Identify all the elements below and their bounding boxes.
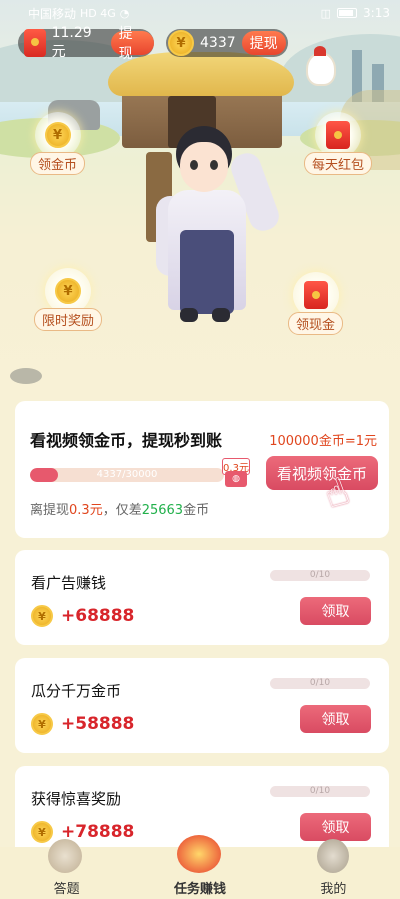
task-title: 获得惊喜奖励 [31, 790, 122, 808]
cash-balance-pill: 11.29元 提现 [18, 25, 154, 62]
coin-icon: ¥ [31, 605, 53, 627]
character-skirt [180, 230, 234, 314]
tab-task-earn-label: 任务赚钱 [173, 882, 226, 897]
quiz-bag-icon [48, 839, 82, 873]
battery-icon [337, 8, 358, 18]
cash-withdraw-button[interactable]: 提现 [110, 26, 154, 62]
tab-quiz[interactable]: 答题 [0, 839, 133, 899]
network-icon: HD 4G [80, 6, 116, 20]
character-eye [190, 160, 198, 170]
wechat-icon: ◍ [225, 471, 247, 487]
task-card: 瓜分千万金币 0/10 ¥ +58888 领取 [15, 658, 389, 753]
collect-cash-button[interactable]: 领现金 [288, 272, 344, 335]
exchange-rate: 100000金币=1元 [269, 434, 377, 449]
task-reward-amount: +58888 [61, 714, 135, 734]
cash-amount: 11.29元 [51, 25, 92, 60]
collect-cash-label: 领现金 [288, 312, 344, 335]
note-suffix: 金币 [183, 503, 210, 518]
task-reward-amount: +78888 [61, 822, 135, 842]
claim-button[interactable]: 领取 [300, 813, 371, 841]
clock: 3:13 [363, 6, 390, 20]
tab-quiz-label: 答题 [53, 882, 80, 897]
coin-balance-pill: ¥ 4337 提现 [166, 29, 288, 57]
collect-coins-label: 领金币 [30, 152, 86, 175]
character-face [180, 142, 228, 192]
vibrate-icon: ◫ [320, 6, 332, 20]
task-title: 瓜分千万金币 [31, 682, 122, 700]
task-progress: 0/10 [270, 786, 370, 797]
money-bag-icon [316, 839, 349, 873]
task-progress: 0/10 [270, 678, 370, 689]
task-reward: ¥ +58888 [31, 713, 134, 735]
task-reward: ¥ +78888 [31, 821, 134, 843]
limited-reward-button[interactable]: ¥ 限时奖励 [34, 268, 103, 331]
task-progress: 0/10 [270, 570, 370, 581]
tab-task-earn[interactable]: 任务赚钱 [133, 835, 266, 899]
status-bar: 中国移动 HD 4G ◔ ◫ 3:13 [0, 0, 400, 26]
coin-icon: ¥ [31, 821, 53, 843]
card-title: 看视频领金币，提现秒到账 [30, 431, 223, 450]
coin-icon: ¥ [168, 30, 194, 56]
wifi-icon: ◔ [119, 6, 130, 20]
tab-mine-label: 我的 [320, 882, 347, 897]
coin-progress-bar: 4337/30000 [30, 468, 224, 482]
withdraw-gap-note: 离提现0.3元，仅差25663金币 [30, 499, 209, 518]
daily-red-packet-label: 每天红包 [304, 152, 373, 175]
tab-mine[interactable]: 我的 [267, 839, 400, 899]
note-coins: 25663 [141, 503, 184, 518]
note-cash: 0.3元 [69, 503, 103, 518]
character[interactable] [146, 112, 283, 327]
coin-withdraw-button[interactable]: 提现 [241, 31, 286, 55]
character-boot [180, 308, 198, 322]
coin-progress-text: 4337/30000 [96, 469, 158, 480]
task-reward: ¥ +68888 [31, 605, 134, 627]
stone [10, 368, 42, 384]
bottom-tab-bar: 答题 任务赚钱 我的 [0, 835, 400, 899]
task-reward-amount: +68888 [61, 606, 135, 626]
character-eye [210, 160, 218, 170]
limited-reward-label: 限时奖励 [34, 308, 103, 331]
firecracker-icon [177, 835, 222, 873]
task-card: 看广告赚钱 0/10 ¥ +68888 领取 [15, 550, 389, 645]
claim-button[interactable]: 领取 [300, 705, 371, 733]
red-packet-icon [24, 29, 46, 57]
coin-amount: 4337 [200, 35, 236, 51]
daily-red-packet-button[interactable]: 每天红包 [304, 112, 373, 175]
claim-button[interactable]: 领取 [300, 597, 371, 625]
coin-icon: ¥ [55, 278, 81, 304]
carrier-label: 中国移动 [28, 6, 77, 21]
coin-icon: ¥ [31, 713, 53, 735]
task-title: 看广告赚钱 [31, 574, 107, 592]
collect-coins-button[interactable]: ¥ 领金币 [30, 112, 86, 175]
character-boot [212, 308, 230, 322]
note-prefix: 离提现 [30, 503, 70, 518]
note-middle: ，仅差 [102, 503, 142, 518]
video-coins-card: 看视频领金币，提现秒到账 100000金币=1元 4337/30000 0.3元… [15, 401, 389, 538]
red-envelope-icon [326, 121, 350, 149]
red-envelope-icon [303, 281, 328, 309]
coin-icon: ¥ [44, 122, 71, 148]
withdraw-target-badge: 0.3元 ◍ [222, 458, 250, 488]
rooster [306, 46, 336, 86]
